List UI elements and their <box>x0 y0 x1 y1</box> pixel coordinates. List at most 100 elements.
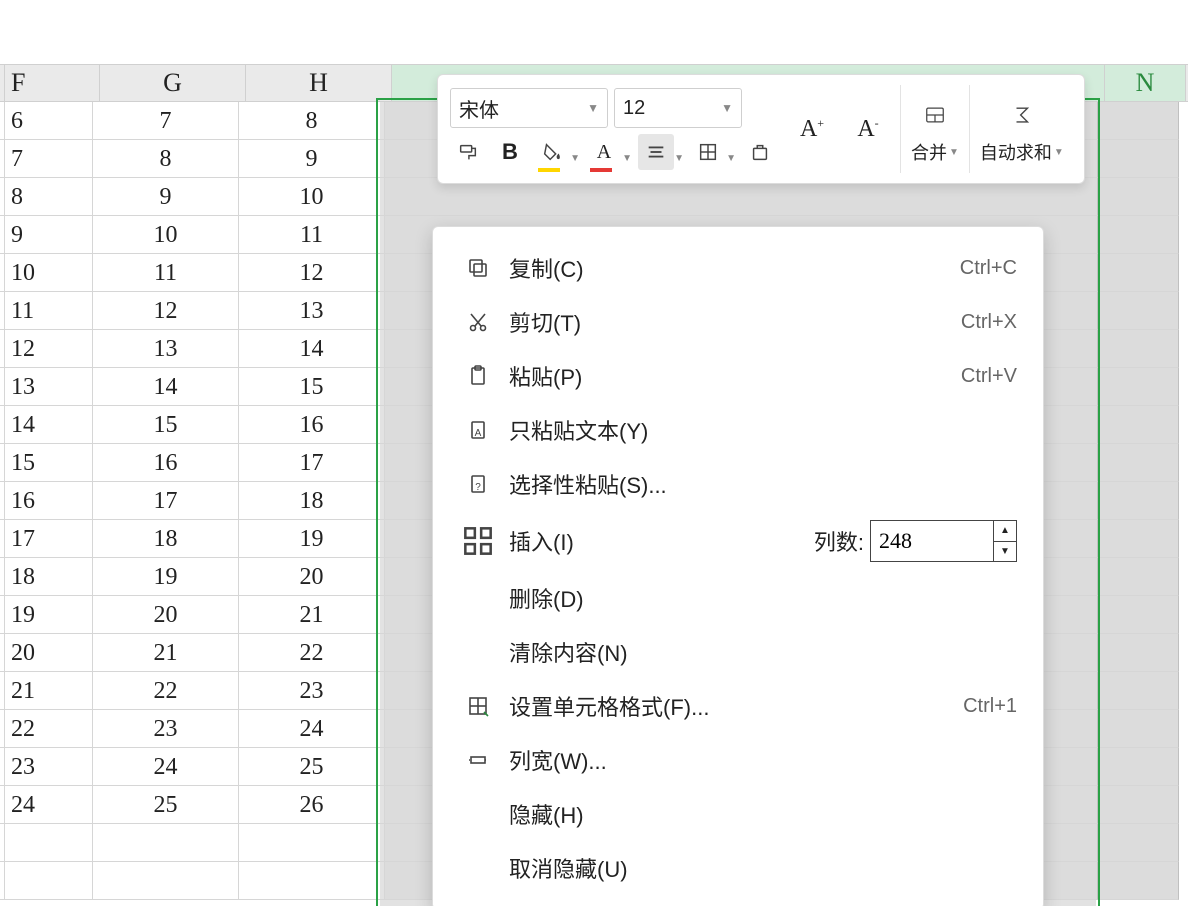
font-size-dropdown[interactable]: 12 ▼ <box>614 88 742 128</box>
cell[interactable]: 18 <box>5 558 93 596</box>
cell[interactable]: 7 <box>5 140 93 178</box>
cell[interactable]: 12 <box>239 254 385 292</box>
bold-button[interactable]: B <box>492 134 528 170</box>
cell[interactable]: 19 <box>5 596 93 634</box>
cell-selected[interactable] <box>1098 482 1179 520</box>
cell-selected[interactable] <box>1098 520 1179 558</box>
cell[interactable]: 14 <box>5 406 93 444</box>
cell[interactable]: 11 <box>93 254 239 292</box>
menu-delete[interactable]: 删除(D) <box>433 571 1043 625</box>
cell[interactable]: 11 <box>5 292 93 330</box>
cell[interactable]: 8 <box>5 178 93 216</box>
cell[interactable]: 23 <box>5 748 93 786</box>
cell[interactable]: 17 <box>93 482 239 520</box>
menu-hide[interactable]: 隐藏(H) <box>433 787 1043 841</box>
font-color-button[interactable]: A ▼ <box>586 134 622 170</box>
cell[interactable]: 13 <box>239 292 385 330</box>
cell[interactable]: 19 <box>93 558 239 596</box>
cell[interactable]: 13 <box>93 330 239 368</box>
merge-cells-label[interactable]: 合并▼ <box>911 139 959 165</box>
cell[interactable]: 18 <box>239 482 385 520</box>
cell-selected[interactable] <box>1098 748 1179 786</box>
menu-copy[interactable]: 复制(C) Ctrl+C <box>433 241 1043 295</box>
cell[interactable]: 17 <box>239 444 385 482</box>
cell[interactable]: 23 <box>239 672 385 710</box>
cell-selected[interactable] <box>1098 710 1179 748</box>
cell[interactable]: 21 <box>93 634 239 672</box>
col-header-N[interactable]: N <box>1105 65 1186 101</box>
col-header-H[interactable]: H <box>246 65 392 101</box>
cell-selected[interactable] <box>1098 596 1179 634</box>
format-cells-button[interactable] <box>742 134 778 170</box>
cell[interactable]: 14 <box>239 330 385 368</box>
cell-selected[interactable] <box>1098 216 1179 254</box>
cell[interactable]: 20 <box>239 558 385 596</box>
cell[interactable]: 15 <box>93 406 239 444</box>
cell[interactable]: 24 <box>239 710 385 748</box>
cell-selected[interactable] <box>1098 292 1179 330</box>
cell-selected[interactable] <box>1098 140 1179 178</box>
cell-selected[interactable] <box>1098 254 1179 292</box>
cell[interactable]: 14 <box>93 368 239 406</box>
cell[interactable]: 6 <box>5 102 93 140</box>
cell[interactable]: 7 <box>93 102 239 140</box>
cell[interactable]: 22 <box>5 710 93 748</box>
cell-selected[interactable] <box>1098 558 1179 596</box>
cell[interactable]: 24 <box>93 748 239 786</box>
menu-paste-text[interactable]: A 只粘贴文本(Y) <box>433 403 1043 457</box>
cell-selected[interactable] <box>1098 330 1179 368</box>
col-count-spinner[interactable]: ▲ ▼ <box>870 520 1017 562</box>
spinner-down[interactable]: ▼ <box>994 542 1016 562</box>
decrease-font-button[interactable]: A- <box>850 111 886 147</box>
cell[interactable]: 15 <box>239 368 385 406</box>
cell[interactable]: 26 <box>239 786 385 824</box>
cell[interactable]: 9 <box>93 178 239 216</box>
cell-selected[interactable] <box>1098 672 1179 710</box>
menu-format-cells[interactable]: 设置单元格格式(F)... Ctrl+1 <box>433 679 1043 733</box>
cell[interactable]: 8 <box>239 102 385 140</box>
autosum-icon[interactable] <box>1000 93 1044 137</box>
cell[interactable]: 8 <box>93 140 239 178</box>
menu-clear[interactable]: 清除内容(N) <box>433 625 1043 679</box>
cell-selected[interactable] <box>1098 178 1179 216</box>
cell[interactable]: 16 <box>239 406 385 444</box>
menu-col-width[interactable]: 列宽(W)... <box>433 733 1043 787</box>
cell[interactable]: 20 <box>5 634 93 672</box>
merge-cells-icon[interactable] <box>913 93 957 137</box>
cell[interactable]: 12 <box>93 292 239 330</box>
cell[interactable]: 9 <box>5 216 93 254</box>
cell-selected[interactable] <box>1098 406 1179 444</box>
cell[interactable]: 22 <box>239 634 385 672</box>
format-painter-button[interactable] <box>450 134 486 170</box>
spinner-up[interactable]: ▲ <box>994 521 1016 542</box>
menu-unhide[interactable]: 取消隐藏(U) <box>433 841 1043 895</box>
cell[interactable]: 10 <box>93 216 239 254</box>
align-button[interactable]: ▼ <box>638 134 674 170</box>
cell[interactable]: 13 <box>5 368 93 406</box>
menu-paste-special[interactable]: ? 选择性粘贴(S)... <box>433 457 1043 511</box>
cell[interactable]: 9 <box>239 140 385 178</box>
cell[interactable]: 23 <box>93 710 239 748</box>
cell-selected[interactable] <box>1098 634 1179 672</box>
border-button[interactable]: ▼ <box>690 134 726 170</box>
cell[interactable]: 16 <box>93 444 239 482</box>
fill-color-button[interactable]: ▼ <box>534 134 570 170</box>
cell[interactable]: 15 <box>5 444 93 482</box>
cell-selected[interactable] <box>1098 368 1179 406</box>
cell[interactable]: 21 <box>5 672 93 710</box>
cell[interactable]: 12 <box>5 330 93 368</box>
cell[interactable]: 20 <box>93 596 239 634</box>
cell-selected[interactable] <box>1098 444 1179 482</box>
cell[interactable]: 25 <box>239 748 385 786</box>
cell[interactable]: 22 <box>93 672 239 710</box>
font-name-dropdown[interactable]: 宋体 ▼ <box>450 88 608 128</box>
cell[interactable]: 24 <box>5 786 93 824</box>
cell[interactable]: 17 <box>5 520 93 558</box>
cell[interactable]: 19 <box>239 520 385 558</box>
col-header-F[interactable]: F <box>5 65 100 101</box>
cell[interactable]: 11 <box>239 216 385 254</box>
cell[interactable]: 25 <box>93 786 239 824</box>
cell-selected[interactable] <box>1098 786 1179 824</box>
cell[interactable]: 16 <box>5 482 93 520</box>
menu-insert[interactable]: 插入(I) 列数: ▲ ▼ <box>433 511 1043 571</box>
